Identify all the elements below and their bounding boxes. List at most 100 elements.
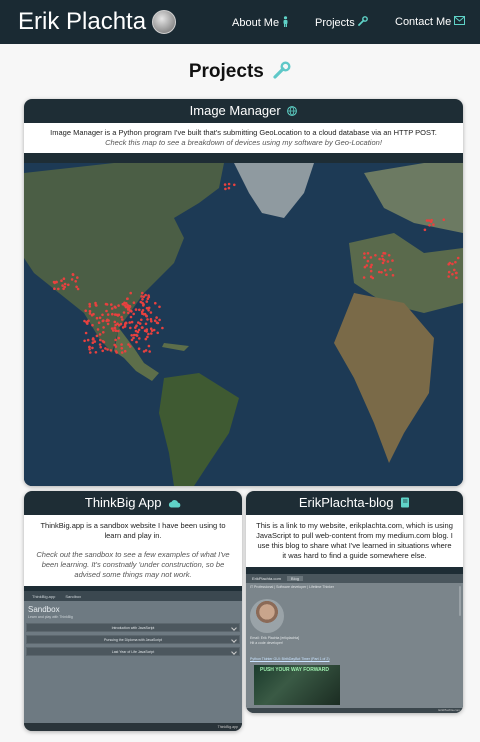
preview-footer: ThinkBig.app	[24, 723, 242, 731]
device-location-point	[135, 324, 138, 327]
device-location-point	[117, 323, 121, 327]
device-location-point	[102, 319, 105, 322]
device-location-point	[147, 294, 150, 297]
device-location-point	[374, 254, 377, 257]
device-location-point	[158, 305, 161, 309]
person-icon	[282, 16, 289, 30]
device-location-point	[121, 318, 124, 321]
device-location-point	[137, 328, 141, 332]
device-location-point	[142, 295, 145, 298]
device-location-point	[152, 328, 156, 332]
device-location-point	[106, 313, 110, 316]
device-location-point	[144, 349, 148, 352]
device-location-point	[147, 309, 150, 312]
device-location-point	[115, 351, 118, 354]
device-location-point	[378, 257, 381, 261]
geo-location-map[interactable]	[24, 163, 463, 486]
nav-link-projects[interactable]: Projects	[315, 16, 368, 29]
device-location-point	[91, 337, 95, 340]
device-location-point	[126, 308, 130, 311]
preview-article-image-text: PUSH YOUR WAY FORWARD	[260, 667, 329, 673]
device-location-point	[132, 312, 135, 316]
device-location-point	[362, 276, 366, 279]
device-location-point	[117, 336, 121, 340]
card-description: Image Manager is a Python program I've b…	[24, 123, 463, 153]
device-location-point	[101, 340, 105, 343]
nav-link-contact[interactable]: Contact Me	[395, 16, 466, 28]
device-location-point	[149, 311, 153, 314]
device-location-point	[94, 301, 97, 305]
nav-link-contact-label: Contact Me	[395, 16, 452, 28]
device-location-point	[91, 341, 95, 344]
device-location-point	[102, 331, 105, 334]
device-location-point	[53, 287, 56, 290]
card-title: ErikPlachta-blog	[298, 495, 394, 510]
device-location-point	[88, 312, 92, 315]
device-location-point	[135, 340, 138, 344]
page-title-text: Projects	[188, 61, 264, 82]
card-header: Image Manager	[24, 99, 463, 123]
device-location-point	[98, 343, 102, 346]
device-location-point	[102, 326, 105, 329]
device-location-point	[106, 348, 109, 351]
card-description: ThinkBig.app is a sandbox website I have…	[24, 515, 242, 586]
device-location-point	[61, 284, 64, 287]
device-location-point	[377, 270, 381, 274]
globe-icon	[287, 106, 298, 118]
device-location-point	[129, 291, 132, 295]
preview-caption-line: Hit a code developer!	[250, 641, 284, 645]
device-location-point	[150, 332, 153, 335]
device-location-point	[380, 271, 383, 274]
device-location-point	[123, 325, 127, 328]
nav-link-about[interactable]: About Me	[232, 16, 289, 30]
preview-banner: IT Professional | Software developer | L…	[250, 585, 334, 589]
device-location-point	[95, 316, 99, 320]
device-location-point	[106, 322, 110, 326]
thinkbig-preview[interactable]: ThinkBig.app Sandbox Sandbox Learn and p…	[24, 591, 242, 731]
device-location-point	[451, 273, 454, 276]
device-location-point	[141, 326, 144, 329]
device-location-point	[391, 259, 394, 262]
card-header: ThinkBig App	[24, 491, 242, 515]
device-location-point	[129, 315, 133, 319]
device-location-point	[138, 337, 141, 340]
device-location-point	[371, 276, 375, 280]
device-location-point	[141, 298, 144, 301]
device-location-point	[149, 327, 153, 330]
device-location-point	[366, 252, 370, 255]
device-location-point	[130, 320, 134, 324]
card-description-text: Image Manager is a Python program I've b…	[50, 128, 437, 137]
device-location-point	[137, 347, 141, 350]
project-card-blog[interactable]: ErikPlachta-blog This is a link to my we…	[246, 491, 463, 713]
device-location-point	[363, 256, 366, 259]
card-description: This is a link to my website, erikplacht…	[246, 515, 463, 567]
device-location-point	[99, 345, 102, 349]
brand[interactable]: Erik Plachta	[18, 8, 177, 36]
device-location-point	[385, 273, 388, 276]
device-location-point	[141, 291, 144, 295]
device-location-point	[455, 271, 458, 275]
device-location-point	[91, 346, 94, 350]
device-location-point	[88, 348, 91, 351]
device-location-point	[147, 344, 151, 348]
navbar: Erik Plachta About Me Projects Contact M…	[0, 0, 480, 44]
device-location-point	[110, 303, 113, 306]
device-location-point	[127, 311, 130, 315]
device-location-point	[363, 265, 367, 269]
device-location-point	[158, 318, 161, 322]
device-location-point	[146, 297, 150, 300]
device-location-point	[142, 304, 145, 307]
blog-preview[interactable]: ErikPlachta.com Blog IT Professional | S…	[246, 574, 463, 713]
project-card-image-manager[interactable]: Image Manager Image Manager is a Python …	[24, 99, 463, 486]
device-location-point	[85, 321, 88, 324]
device-location-point	[156, 321, 160, 325]
device-location-point	[130, 334, 133, 337]
device-location-point	[227, 182, 231, 186]
device-location-point	[153, 319, 157, 322]
device-location-point	[55, 280, 58, 284]
device-location-point	[86, 338, 90, 342]
preview-row: Pursuing the Diploma with JavaScript	[26, 635, 240, 644]
project-card-thinkbig[interactable]: ThinkBig App ThinkBig.app is a sandbox w…	[24, 491, 242, 731]
device-location-points	[52, 182, 460, 354]
device-location-point	[62, 287, 65, 291]
